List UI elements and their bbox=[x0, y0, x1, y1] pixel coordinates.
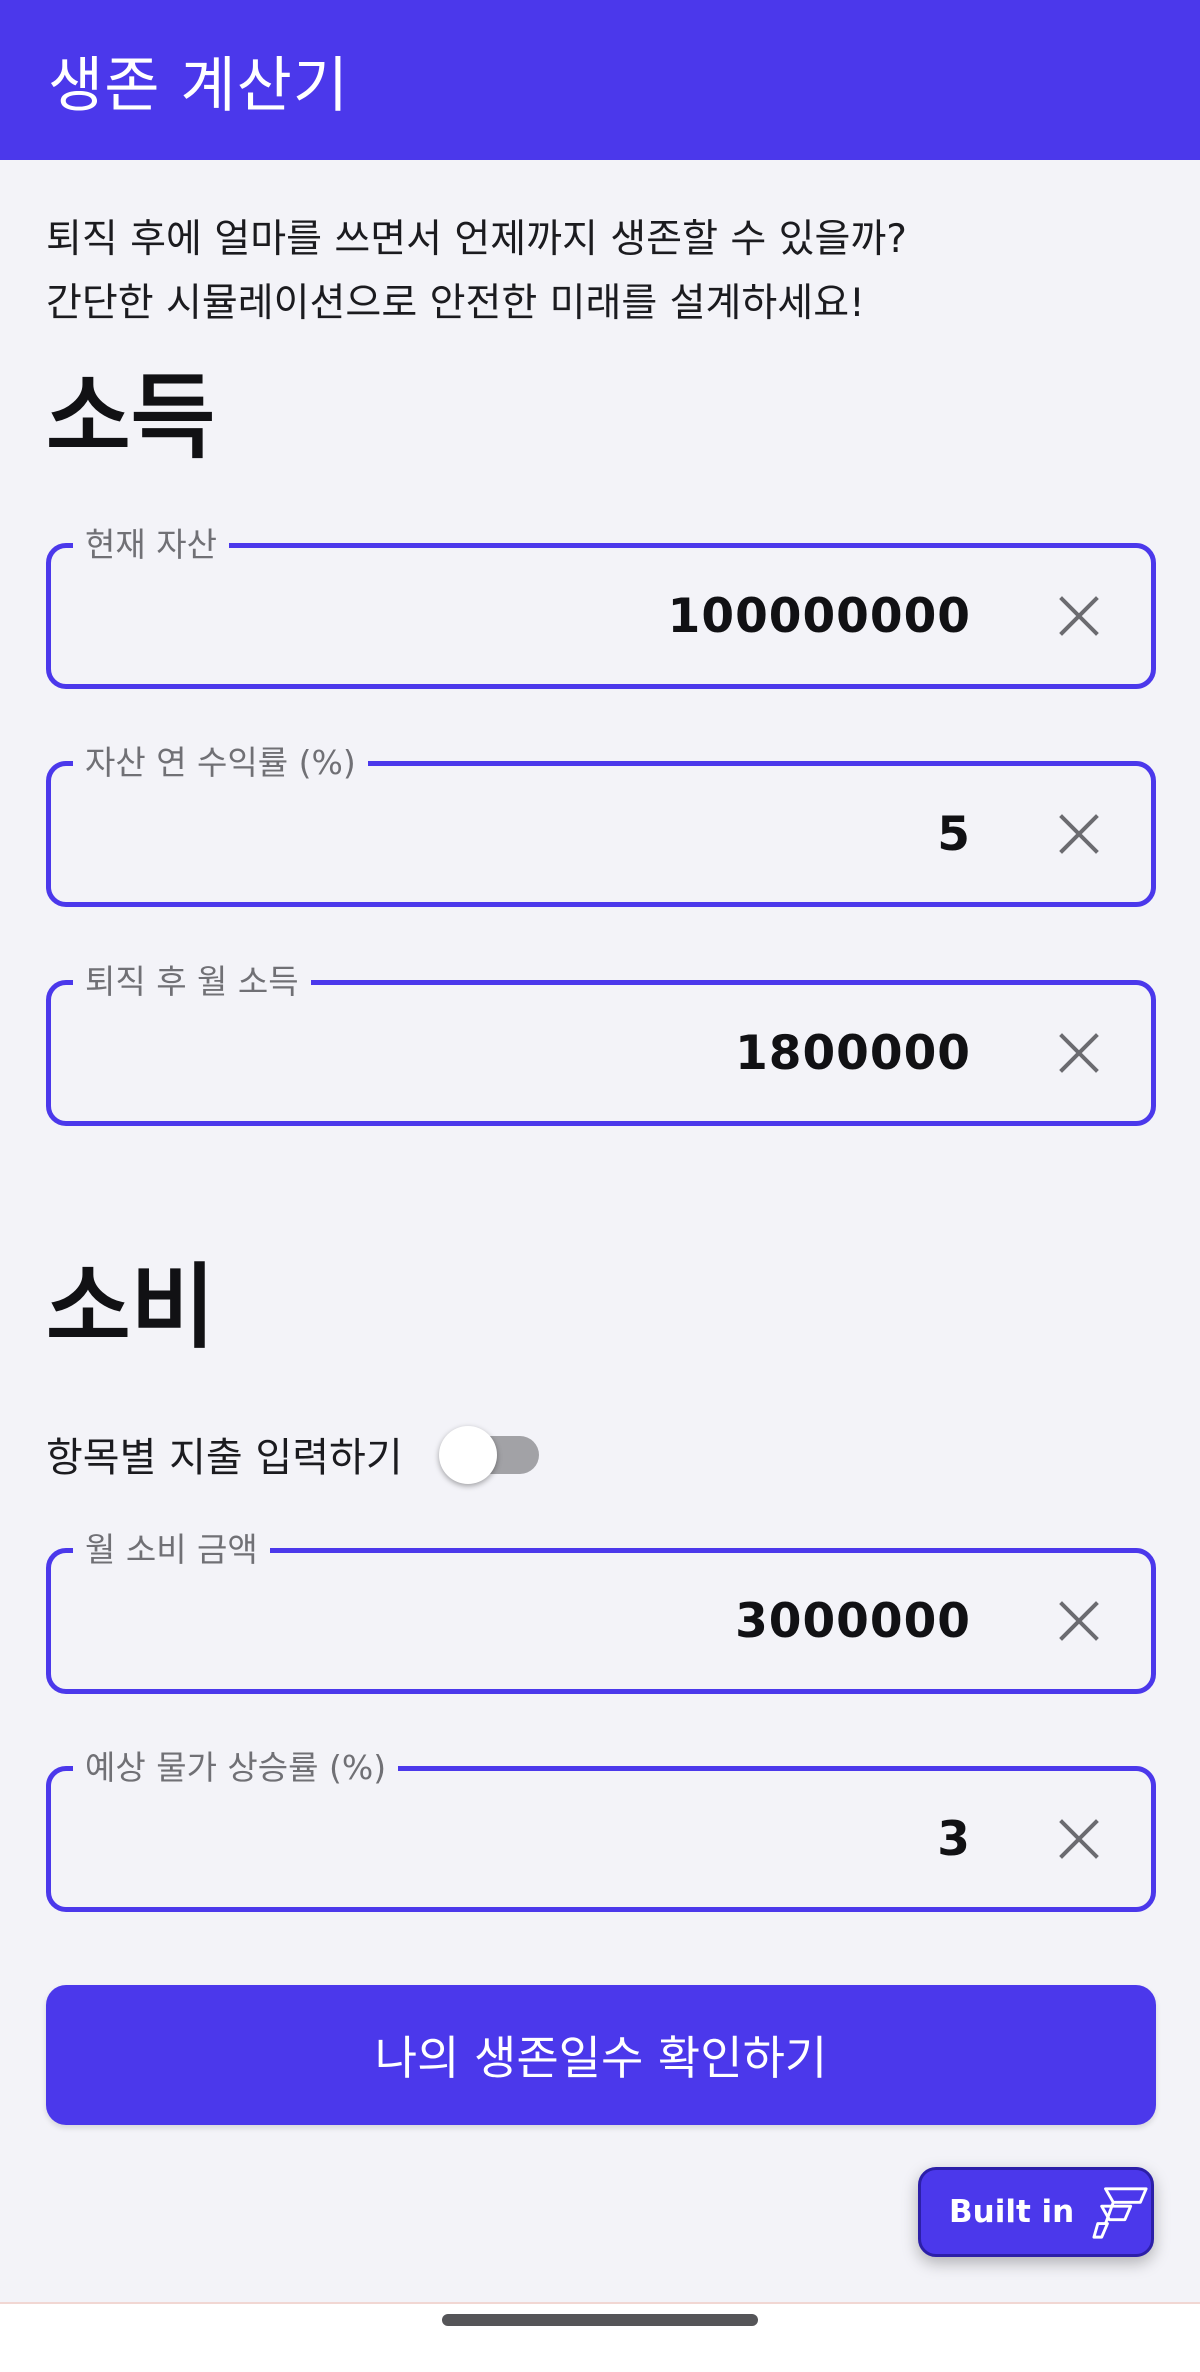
current-assets-value[interactable]: 100000000 bbox=[668, 548, 971, 684]
intro-line-1: 퇴직 후에 얼마를 쓰면서 언제까지 생존할 수 있을까? bbox=[46, 217, 907, 262]
intro-line-2: 간단한 시뮬레이션으로 안전한 미래를 설계하세요! bbox=[46, 281, 865, 326]
annual-return-label: 자산 연 수익률 (%) bbox=[73, 738, 368, 788]
built-in-badge[interactable]: Built in bbox=[918, 2167, 1154, 2257]
itemized-expense-switch[interactable] bbox=[438, 1424, 543, 1484]
inflation-rate-value[interactable]: 3 bbox=[937, 1771, 971, 1907]
close-icon bbox=[1059, 814, 1099, 854]
close-icon bbox=[1059, 596, 1099, 636]
flutterflow-logo-icon bbox=[1092, 2187, 1148, 2239]
monthly-income-value[interactable]: 1800000 bbox=[735, 985, 971, 1121]
close-icon bbox=[1059, 1819, 1099, 1859]
close-icon bbox=[1059, 1601, 1099, 1641]
app-bar: 생존 계산기 bbox=[0, 0, 1200, 160]
monthly-spending-value[interactable]: 3000000 bbox=[735, 1553, 971, 1689]
itemized-expense-toggle-label: 항목별 지출 입력하기 bbox=[46, 1435, 403, 1481]
system-nav-bar bbox=[0, 2302, 1200, 2372]
check-survival-days-button[interactable]: 나의 생존일수 확인하기 bbox=[46, 1985, 1156, 2125]
app-title: 생존 계산기 bbox=[48, 50, 350, 121]
intro-text: 퇴직 후에 얼마를 쓰면서 언제까지 생존할 수 있을까? 간단한 시뮬레이션으… bbox=[46, 208, 1156, 336]
current-assets-label: 현재 자산 bbox=[73, 520, 229, 570]
close-icon bbox=[1059, 1033, 1099, 1073]
monthly-spending-clear-button[interactable] bbox=[1045, 1587, 1113, 1655]
monthly-spending-field[interactable]: 월 소비 금액 3000000 bbox=[46, 1525, 1156, 1694]
annual-return-value[interactable]: 5 bbox=[937, 766, 971, 902]
switch-thumb bbox=[438, 1426, 497, 1484]
monthly-income-label: 퇴직 후 월 소득 bbox=[73, 957, 311, 1007]
home-gesture-handle[interactable] bbox=[442, 2314, 758, 2326]
monthly-income-clear-button[interactable] bbox=[1045, 1019, 1113, 1087]
itemized-expense-toggle-row: 항목별 지출 입력하기 bbox=[46, 1418, 543, 1490]
annual-return-clear-button[interactable] bbox=[1045, 800, 1113, 868]
monthly-income-field[interactable]: 퇴직 후 월 소득 1800000 bbox=[46, 957, 1156, 1126]
spending-section-title: 소비 bbox=[46, 1254, 216, 1361]
inflation-rate-clear-button[interactable] bbox=[1045, 1805, 1113, 1873]
income-section-title: 소득 bbox=[46, 364, 216, 471]
inflation-rate-field[interactable]: 예상 물가 상승률 (%) 3 bbox=[46, 1743, 1156, 1912]
annual-return-field[interactable]: 자산 연 수익률 (%) 5 bbox=[46, 738, 1156, 907]
current-assets-field[interactable]: 현재 자산 100000000 bbox=[46, 520, 1156, 689]
monthly-spending-label: 월 소비 금액 bbox=[73, 1525, 270, 1575]
built-in-label: Built in bbox=[949, 2194, 1075, 2230]
current-assets-clear-button[interactable] bbox=[1045, 582, 1113, 650]
inflation-rate-label: 예상 물가 상승률 (%) bbox=[73, 1743, 399, 1793]
